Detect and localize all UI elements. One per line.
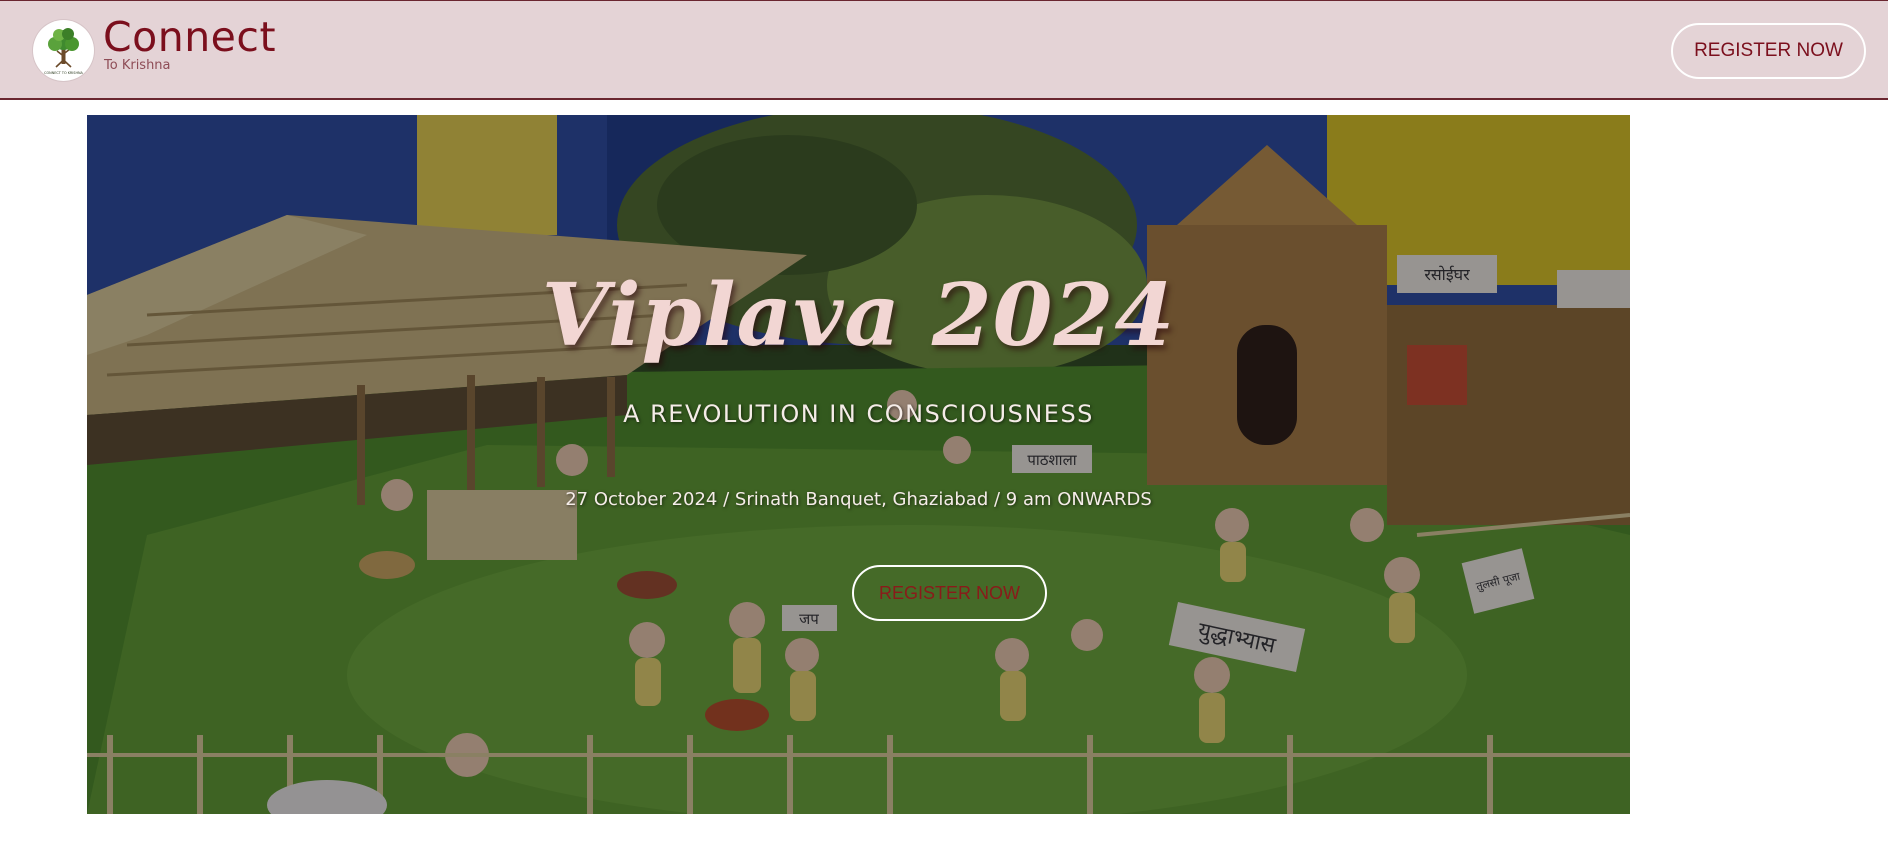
event-details: 27 October 2024 / Srinath Banquet, Ghazi…: [565, 489, 1152, 510]
hero-overlay: [87, 115, 1630, 814]
hero-register-button[interactable]: REGISTER NOW: [852, 565, 1047, 621]
brand-tagline: To Krishna: [104, 58, 171, 73]
hero-title: Viplava 2024: [541, 265, 1176, 366]
logo[interactable]: CONNECT TO KRISHNA: [33, 20, 94, 81]
hero-banner: पाठशाला जप युद्धाभ्यास तुलसी पूजा रसोईघर: [87, 115, 1630, 814]
tree-logo-icon: CONNECT TO KRISHNA: [33, 20, 94, 81]
site-header: CONNECT TO KRISHNA Connect To Krishna RE…: [0, 0, 1888, 100]
logo-caption: CONNECT TO KRISHNA: [44, 71, 83, 75]
header-register-button[interactable]: REGISTER NOW: [1671, 23, 1866, 79]
hero-subtitle: A REVOLUTION IN CONSCIOUSNESS: [623, 400, 1094, 428]
brand-name[interactable]: Connect: [103, 17, 276, 58]
